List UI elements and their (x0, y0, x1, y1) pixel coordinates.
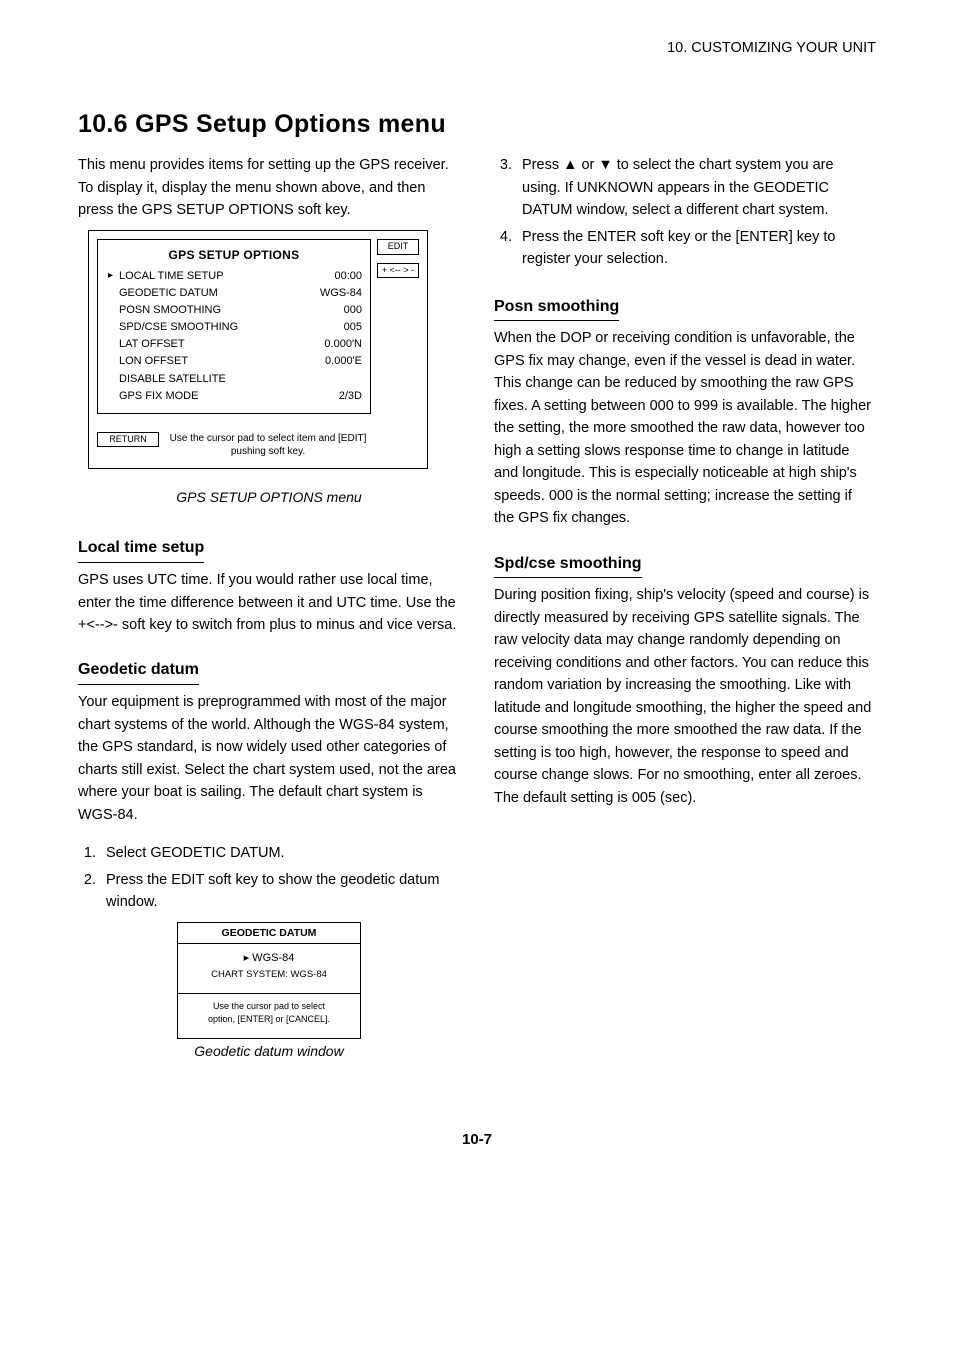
spd-body: During position fixing, ship's velocity … (494, 584, 876, 809)
posn-smoothing-section: Posn smoothing When the DOP or receiving… (494, 295, 876, 530)
setup-row: LAT OFFSET0.000'N (106, 336, 362, 353)
datum-window-title: GEODETIC DATUM (178, 923, 360, 944)
setup-row: SPD/CSE SMOOTHING005 (106, 319, 362, 336)
left-column: This menu provides items for setting up … (78, 154, 460, 1084)
setup-row: LON OFFSET0.000'E (106, 353, 362, 370)
local-time-heading: Local time setup (78, 536, 204, 563)
section-number: 10.6 (78, 110, 128, 138)
two-column-layout: This menu provides items for setting up … (78, 154, 876, 1084)
right-column: Press ▲ or ▼ to select the chart system … (494, 154, 876, 1084)
running-head: 10. CUSTOMIZING YOUR UNIT (78, 37, 876, 59)
plus-minus-softkey[interactable]: + <-- > - (377, 263, 419, 279)
step-item: Select GEODETIC DATUM. (100, 842, 460, 864)
section-name: GPS Setup Options menu (135, 110, 446, 138)
geodetic-steps: Select GEODETIC DATUM. Press the EDIT so… (100, 842, 460, 913)
datum-selected: ▸ WGS-84 (182, 951, 356, 966)
setup-row: GPS FIX MODE2/3D (106, 388, 362, 405)
step-item: Press ▲ or ▼ to select the chart system … (516, 154, 876, 221)
spd-heading: Spd/cse smoothing (494, 552, 642, 579)
geodetic-datum-window: GEODETIC DATUM ▸ WGS-84 CHART SYSTEM: WG… (177, 922, 361, 1039)
page-number: 10-7 (78, 1128, 876, 1151)
step-item: Press the ENTER soft key or the [ENTER] … (516, 226, 876, 271)
caret-right-icon: ▸ (108, 268, 119, 285)
local-time-body: GPS uses UTC time. If you would rather u… (78, 569, 460, 636)
geodetic-steps-cont: Press ▲ or ▼ to select the chart system … (516, 154, 876, 270)
setup-row: ▸LOCAL TIME SETUP00:00 (106, 268, 362, 285)
spd-smoothing-section: Spd/cse smoothing During position fixing… (494, 552, 876, 809)
intro-paragraph: This menu provides items for setting up … (78, 154, 460, 221)
geodetic-section: Geodetic datum Your equipment is preprog… (78, 658, 460, 1062)
hint-text: Use the cursor pad to select item and [E… (159, 432, 377, 458)
gps-setup-screen: GPS SETUP OPTIONS ▸LOCAL TIME SETUP00:00… (88, 230, 428, 469)
gps-setup-panel: GPS SETUP OPTIONS ▸LOCAL TIME SETUP00:00… (97, 239, 371, 414)
step-item: Press the EDIT soft key to show the geod… (100, 869, 460, 914)
datum-caption: Geodetic datum window (78, 1041, 460, 1063)
section-title: 10.6 GPS Setup Options menu (78, 105, 876, 144)
local-time-section: Local time setup GPS uses UTC time. If y… (78, 536, 460, 636)
geodetic-heading: Geodetic datum (78, 658, 199, 685)
datum-window-footer: Use the cursor pad to select option, [EN… (178, 994, 360, 1037)
setup-row: GEODETIC DATUMWGS-84 (106, 285, 362, 302)
panel-footer: RETURN Use the cursor pad to select item… (97, 432, 419, 458)
datum-chart-system: CHART SYSTEM: WGS-84 (182, 968, 356, 981)
return-softkey[interactable]: RETURN (97, 432, 159, 448)
softkey-column: EDIT + <-- > - (377, 239, 419, 426)
posn-body: When the DOP or receiving condition is u… (494, 327, 876, 529)
edit-softkey[interactable]: EDIT (377, 239, 419, 255)
setup-row: DISABLE SATELLITE (106, 371, 362, 388)
panel-title: GPS SETUP OPTIONS (106, 246, 362, 265)
datum-window-body: ▸ WGS-84 CHART SYSTEM: WGS-84 (178, 944, 360, 995)
geodetic-body: Your equipment is preprogrammed with mos… (78, 691, 460, 826)
figure-caption: GPS SETUP OPTIONS menu (78, 487, 460, 509)
setup-row: POSN SMOOTHING000 (106, 302, 362, 319)
posn-heading: Posn smoothing (494, 295, 619, 322)
